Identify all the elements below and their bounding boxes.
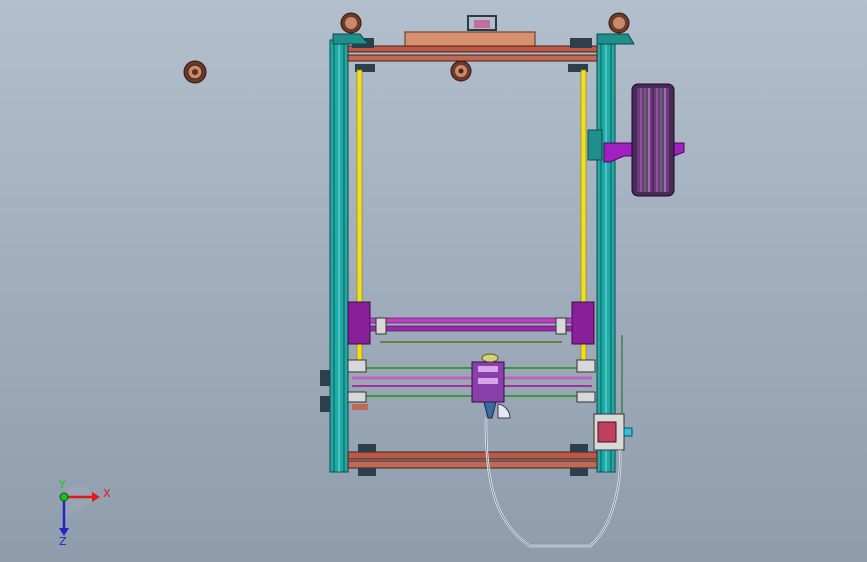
top-frame-assembly[interactable]: [347, 15, 598, 72]
printer-model-view[interactable]: X Y Z: [0, 0, 867, 562]
y-axis-origin: [59, 492, 69, 502]
bottom-frame-assembly[interactable]: [347, 444, 598, 476]
x-axis-label: X: [103, 487, 111, 500]
top-center-bearing-icon[interactable]: [450, 60, 472, 82]
right-frame-extrusion[interactable]: [596, 39, 616, 473]
coordinate-triad: X Y Z: [58, 478, 111, 548]
hotend-icon[interactable]: [471, 353, 511, 419]
top-left-bearing-icon[interactable]: [332, 12, 370, 45]
z-axis-label: Z: [59, 535, 67, 548]
loose-bearing-icon[interactable]: [183, 60, 207, 84]
y-axis-label: Y: [58, 478, 66, 491]
spool-icon[interactable]: [631, 83, 675, 197]
x-gantry[interactable]: [347, 301, 595, 345]
cad-viewport[interactable]: X Y Z: [0, 0, 867, 562]
left-frame-extrusion[interactable]: [329, 39, 349, 473]
top-right-bearing-icon[interactable]: [596, 12, 635, 45]
x-axis-head: [92, 492, 100, 502]
